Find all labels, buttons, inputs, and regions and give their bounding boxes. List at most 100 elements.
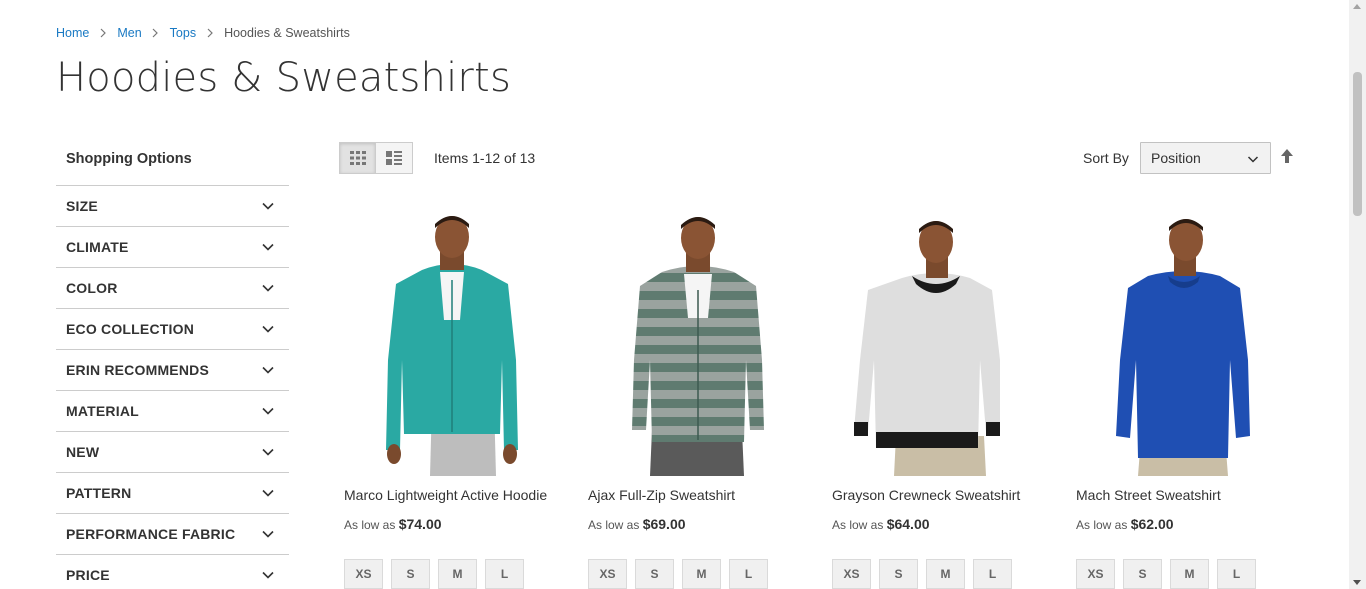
breadcrumb-current: Hoodies & Sweatshirts: [224, 26, 350, 40]
price-value: $69.00: [642, 516, 686, 532]
filter-label: PERFORMANCE FABRIC: [66, 526, 236, 542]
size-swatches: XS S M L: [1076, 559, 1256, 589]
shopping-options-title: Shopping Options: [56, 145, 289, 186]
size-swatch-xs[interactable]: XS: [1076, 559, 1115, 589]
chevron-down-icon: [262, 284, 274, 292]
product-price: As low as $64.00: [832, 516, 930, 532]
chevron-down-icon: [262, 448, 274, 456]
list-view-button[interactable]: [376, 142, 413, 174]
price-prefix: As low as: [344, 518, 396, 532]
size-swatch-m[interactable]: M: [1170, 559, 1209, 589]
filter-label: ERIN RECOMMENDS: [66, 362, 210, 378]
breadcrumb-men[interactable]: Men: [117, 26, 141, 40]
product-price: As low as $62.00: [1076, 516, 1174, 532]
chevron-right-icon: [196, 28, 224, 38]
filter-erin-recommends[interactable]: ERIN RECOMMENDS: [56, 350, 289, 391]
size-swatch-xs[interactable]: XS: [832, 559, 871, 589]
price-prefix: As low as: [1076, 518, 1128, 532]
grid-icon: [349, 151, 366, 165]
size-swatch-m[interactable]: M: [438, 559, 477, 589]
filter-label: PATTERN: [66, 485, 132, 501]
scroll-up-arrow-icon[interactable]: [1353, 4, 1361, 9]
product-item: Marco Lightweight Active Hoodie As low a…: [344, 210, 564, 589]
grid-view-button[interactable]: [339, 142, 376, 174]
filter-label: ECO COLLECTION: [66, 321, 195, 337]
size-swatch-s[interactable]: S: [391, 559, 430, 589]
product-item: Mach Street Sweatshirt As low as $62.00 …: [1076, 210, 1296, 589]
page-title: Hoodies & Sweatshirts: [56, 55, 511, 101]
size-swatch-s[interactable]: S: [1123, 559, 1162, 589]
size-swatch-s[interactable]: S: [879, 559, 918, 589]
price-prefix: As low as: [588, 518, 640, 532]
filter-label: SIZE: [66, 198, 98, 214]
breadcrumb-home[interactable]: Home: [56, 26, 89, 40]
filter-price[interactable]: PRICE: [56, 555, 289, 589]
scrollbar-thumb[interactable]: [1353, 72, 1362, 216]
filter-label: MATERIAL: [66, 403, 139, 419]
product-name-link[interactable]: Mach Street Sweatshirt: [1076, 487, 1221, 503]
chevron-down-icon: [1247, 156, 1259, 163]
list-icon: [386, 151, 402, 165]
size-swatch-l[interactable]: L: [1217, 559, 1256, 589]
filter-size[interactable]: SIZE: [56, 186, 289, 227]
chevron-down-icon: [262, 202, 274, 210]
products-toolbar: Items 1-12 of 13 Sort By Position: [339, 142, 1299, 174]
price-value: $62.00: [1130, 516, 1174, 532]
chevron-down-icon: [262, 489, 274, 497]
sort-by-value: Position: [1151, 150, 1201, 166]
breadcrumb: Home Men Tops Hoodies & Sweatshirts: [56, 26, 350, 40]
size-swatches: XS S M L: [344, 559, 524, 589]
product-name-link[interactable]: Grayson Crewneck Sweatshirt: [832, 487, 1020, 503]
price-prefix: As low as: [832, 518, 884, 532]
filter-performance-fabric[interactable]: PERFORMANCE FABRIC: [56, 514, 289, 555]
product-photo[interactable]: [344, 210, 564, 476]
chevron-right-icon: [142, 28, 170, 38]
filter-label: PRICE: [66, 567, 110, 583]
size-swatch-xs[interactable]: XS: [588, 559, 627, 589]
sort-direction-arrow-up-icon[interactable]: [1280, 148, 1294, 166]
size-swatch-s[interactable]: S: [635, 559, 674, 589]
chevron-down-icon: [262, 366, 274, 374]
product-photo[interactable]: [832, 210, 1052, 476]
price-value: $74.00: [398, 516, 442, 532]
product-item: Grayson Crewneck Sweatshirt As low as $6…: [832, 210, 1052, 589]
chevron-down-icon: [262, 243, 274, 251]
size-swatch-m[interactable]: M: [926, 559, 965, 589]
product-photo[interactable]: [588, 210, 808, 476]
filter-pattern[interactable]: PATTERN: [56, 473, 289, 514]
toolbar-amount: Items 1-12 of 13: [434, 150, 536, 166]
chevron-down-icon: [262, 325, 274, 333]
product-name-link[interactable]: Ajax Full-Zip Sweatshirt: [588, 487, 735, 503]
size-swatch-l[interactable]: L: [973, 559, 1012, 589]
product-photo[interactable]: [1076, 210, 1296, 476]
size-swatches: XS S M L: [832, 559, 1012, 589]
size-swatch-m[interactable]: M: [682, 559, 721, 589]
filter-eco-collection[interactable]: ECO COLLECTION: [56, 309, 289, 350]
filter-new[interactable]: NEW: [56, 432, 289, 473]
product-price: As low as $74.00: [344, 516, 442, 532]
product-item: Ajax Full-Zip Sweatshirt As low as $69.0…: [588, 210, 808, 589]
price-value: $64.00: [886, 516, 930, 532]
chevron-down-icon: [262, 571, 274, 579]
sort-by-select[interactable]: Position: [1140, 142, 1271, 174]
filter-color[interactable]: COLOR: [56, 268, 289, 309]
filter-climate[interactable]: CLIMATE: [56, 227, 289, 268]
product-price: As low as $69.00: [588, 516, 686, 532]
product-name-link[interactable]: Marco Lightweight Active Hoodie: [344, 487, 547, 503]
filter-material[interactable]: MATERIAL: [56, 391, 289, 432]
chevron-down-icon: [262, 407, 274, 415]
filter-sidebar: Shopping Options SIZE CLIMATE COLOR ECO …: [56, 145, 289, 589]
size-swatch-l[interactable]: L: [729, 559, 768, 589]
breadcrumb-tops[interactable]: Tops: [170, 26, 196, 40]
filter-label: COLOR: [66, 280, 118, 296]
filter-label: NEW: [66, 444, 100, 460]
scroll-down-arrow-icon[interactable]: [1353, 580, 1361, 585]
chevron-down-icon: [262, 530, 274, 538]
size-swatches: XS S M L: [588, 559, 768, 589]
chevron-right-icon: [89, 28, 117, 38]
size-swatch-xs[interactable]: XS: [344, 559, 383, 589]
filter-label: CLIMATE: [66, 239, 129, 255]
size-swatch-l[interactable]: L: [485, 559, 524, 589]
sort-by-label: Sort By: [1083, 150, 1129, 166]
vertical-scrollbar[interactable]: [1349, 0, 1366, 589]
